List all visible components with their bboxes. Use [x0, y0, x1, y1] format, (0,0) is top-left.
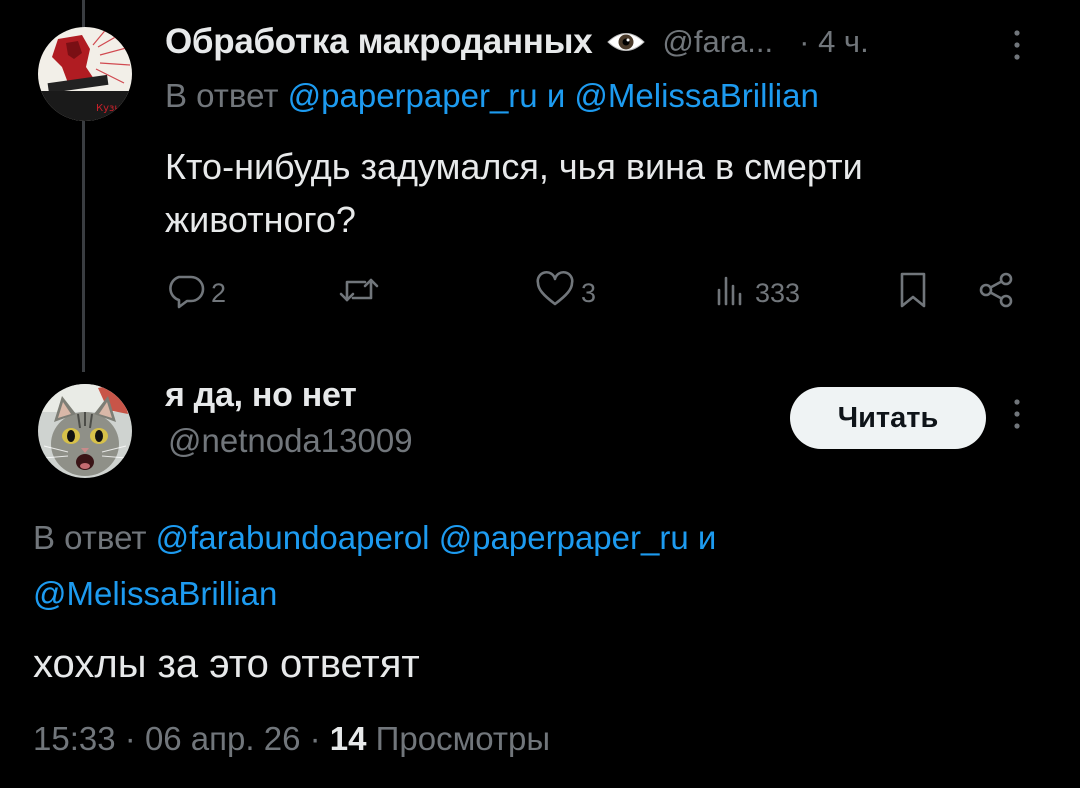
author-name[interactable]: я да, но нет [165, 376, 357, 415]
mention-link[interactable]: @farabundoaperol [156, 519, 430, 556]
bookmark-button[interactable] [895, 268, 931, 318]
mention-link[interactable]: @MelissaBrillian [574, 77, 818, 114]
views-count: 14 [329, 720, 367, 757]
more-options-icon[interactable] [1012, 397, 1022, 436]
retweet-button[interactable] [337, 268, 387, 318]
mention-link[interactable]: @MelissaBrillian [33, 575, 277, 612]
views-button[interactable]: 333 [713, 268, 800, 318]
heart-icon [535, 270, 575, 317]
reply-and: и [546, 77, 566, 114]
views-label: Просмотры [375, 720, 551, 757]
follow-button[interactable]: Читать [790, 387, 986, 449]
post-header: Обработка макроданных @fara... · 4 ч. [165, 20, 869, 64]
analytics-icon [713, 270, 749, 317]
avatar-caption: Кузне [96, 103, 127, 114]
more-options-icon[interactable] [1012, 28, 1022, 67]
post-text: Кто-нибудь задумался, чья вина в смерти … [165, 146, 863, 240]
avatar[interactable]: Кузне [38, 27, 132, 121]
post-time[interactable]: · 4 ч. [799, 24, 869, 60]
share-icon [977, 270, 1017, 317]
like-button[interactable]: 3 [535, 268, 596, 318]
reply-context: В ответ @farabundoaperol @paperpaper_ru … [33, 510, 1033, 622]
like-count: 3 [581, 277, 597, 308]
time-value: 4 ч. [818, 24, 869, 59]
reply-prefix: В ответ [33, 519, 147, 556]
avatar[interactable] [38, 384, 132, 478]
reply-button[interactable]: 2 [165, 268, 226, 318]
separator: · [124, 720, 136, 757]
reply-and: и [697, 519, 717, 556]
post-date[interactable]: 06 апр. 26 [145, 720, 301, 757]
reply-prefix: В ответ [165, 77, 279, 114]
reply-icon [165, 270, 205, 317]
author-handle[interactable]: @netnoda13009 [168, 422, 413, 460]
mention-link[interactable]: @paperpaper_ru [439, 519, 689, 556]
separator: · [309, 720, 321, 757]
views-count: 333 [755, 277, 801, 308]
eye-icon [606, 29, 646, 55]
separator: · [799, 24, 810, 59]
author-name[interactable]: Обработка макроданных [165, 22, 593, 62]
post-text: хохлы за это ответят [33, 642, 420, 686]
retweet-icon [337, 270, 381, 317]
post-meta: 15:33 · 06 апр. 26 · 14 Просмотры [33, 720, 550, 758]
author-handle[interactable]: @fara... [662, 24, 773, 60]
share-button[interactable] [977, 268, 1017, 318]
reply-context: В ответ @paperpaper_ru и @MelissaBrillia… [165, 77, 819, 115]
bookmark-icon [895, 270, 931, 317]
reply-count: 2 [211, 277, 227, 308]
mention-link[interactable]: @paperpaper_ru [288, 77, 538, 114]
action-bar: 2 3 333 [165, 268, 1025, 318]
post-time[interactable]: 15:33 [33, 720, 116, 757]
